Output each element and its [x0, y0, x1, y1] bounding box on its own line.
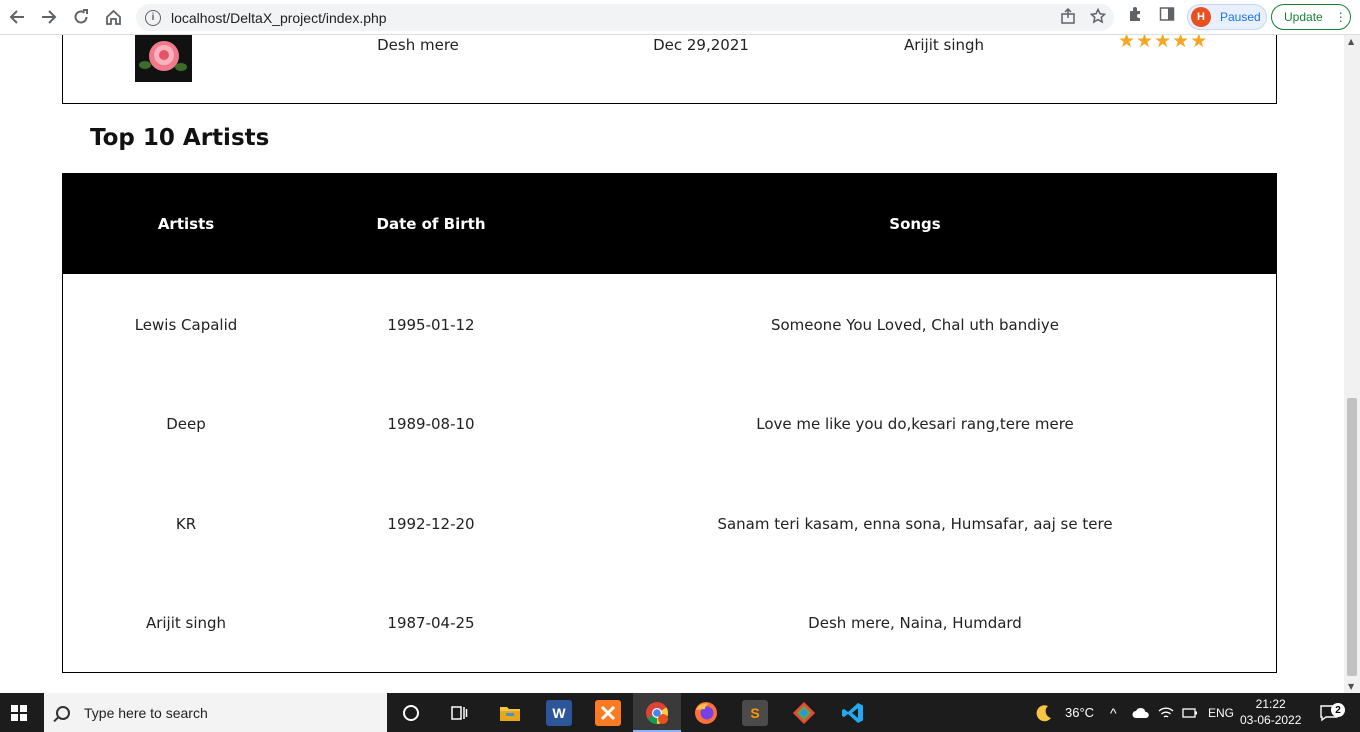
artist-name: Lewis Capalid: [134, 316, 238, 334]
table-row: Arijit singh 1987-04-25 Desh mere, Naina…: [63, 572, 1276, 672]
url-text[interactable]: localhost/DeltaX_project/index.php: [171, 10, 387, 26]
search-icon: [56, 705, 70, 720]
song-artist: Arijit singh: [903, 36, 985, 54]
share-icon[interactable]: [1060, 7, 1076, 28]
search-placeholder: Type here to search: [84, 704, 208, 721]
rating-star-icon: ★: [1118, 35, 1136, 52]
artist-dob: 1987-04-25: [387, 614, 475, 632]
profile-status: Paused: [1220, 10, 1261, 24]
onedrive-cloud-icon[interactable]: [1132, 693, 1150, 732]
table-row: KR 1992-12-20 Sanam teri kasam, enna son…: [63, 473, 1276, 573]
bookmark-star-icon[interactable]: [1089, 7, 1107, 28]
artist-dob: 1989-08-10: [387, 415, 475, 433]
rating-star-icon: ★: [1136, 35, 1154, 52]
task-view-icon[interactable]: [446, 700, 472, 726]
page-scrollbar[interactable]: ▲ ▼: [1344, 35, 1360, 693]
address-bar[interactable]: i localhost/DeltaX_project/index.php: [136, 4, 1114, 31]
rating-star-icon: ★: [1190, 35, 1208, 52]
song-title: Desh mere: [377, 36, 459, 54]
weather-moon-icon[interactable]: [1034, 693, 1054, 732]
profile-avatar: H: [1191, 7, 1211, 27]
battery-icon[interactable]: [1182, 693, 1198, 732]
profile-button[interactable]: H Paused: [1187, 4, 1267, 30]
word-icon[interactable]: W: [546, 700, 572, 726]
header-songs: Songs: [889, 215, 941, 233]
file-explorer-icon[interactable]: [497, 700, 523, 726]
rating-star-icon: ★: [1154, 35, 1172, 52]
vscode-icon[interactable]: [840, 700, 866, 726]
taskbar-search[interactable]: Type here to search: [44, 693, 387, 732]
side-panel-icon[interactable]: [1159, 6, 1175, 26]
menu-kebab-icon[interactable]: ⋮: [1335, 11, 1347, 23]
browser-toolbar: i localhost/DeltaX_project/index.php H P…: [0, 0, 1360, 35]
scroll-up-arrow-icon[interactable]: ▲: [1348, 37, 1354, 46]
header-date-of-birth: Date of Birth: [376, 215, 486, 233]
update-label: Update: [1284, 10, 1323, 24]
git-icon[interactable]: [791, 700, 817, 726]
cortana-icon[interactable]: [398, 700, 424, 726]
songs-table: Desh mere Dec 29,2021 Arijit singh ★ ★ ★ ★ ★: [62, 35, 1277, 104]
tray-chevron-up-icon[interactable]: ^: [1110, 693, 1117, 732]
windows-taskbar: Type here to search W S 36°C ^ ENG 21:22: [0, 693, 1360, 732]
sublime-text-icon[interactable]: S: [742, 700, 768, 726]
table-row: Desh mere Dec 29,2021 Arijit singh ★ ★ ★ ★ ★: [63, 35, 1276, 104]
artist-dob: 1995-01-12: [387, 316, 475, 334]
home-icon[interactable]: [97, 1, 129, 33]
artist-songs: Love me like you do,kesari rang,tere mer…: [756, 415, 1074, 433]
wifi-icon[interactable]: [1158, 693, 1174, 732]
section-title: Top 10 Artists: [90, 125, 270, 151]
extensions-puzzle-icon[interactable]: [1127, 6, 1144, 27]
system-clock[interactable]: 21:22 03-06-2022: [1240, 696, 1301, 728]
artist-name: KR: [175, 515, 197, 533]
song-rating: ★ ★ ★ ★ ★: [1118, 35, 1207, 51]
artists-table: Artists Date of Birth Songs Lewis Capali…: [62, 173, 1277, 673]
song-cover-image: [135, 35, 192, 82]
artist-songs: Desh mere, Naina, Humdard: [808, 614, 1022, 632]
artist-dob: 1992-12-20: [387, 515, 475, 533]
song-release-date: Dec 29,2021: [653, 36, 749, 54]
site-info-icon[interactable]: i: [145, 9, 161, 26]
table-row: Deep 1989-08-10 Love me like you do,kesa…: [63, 373, 1276, 473]
chrome-icon[interactable]: [644, 700, 670, 726]
table-header: Artists Date of Birth Songs: [63, 174, 1276, 274]
reload-icon[interactable]: [65, 1, 97, 33]
xampp-icon[interactable]: [595, 700, 621, 726]
update-button[interactable]: Update ⋮: [1271, 4, 1351, 30]
windows-start-icon[interactable]: [11, 705, 27, 721]
page-content: Desh mere Dec 29,2021 Arijit singh ★ ★ ★ ★ ★…: [0, 35, 1344, 693]
artist-name: Deep: [166, 415, 206, 433]
scroll-down-arrow-icon[interactable]: ▼: [1348, 682, 1354, 691]
table-row: Lewis Capalid 1995-01-12 Someone You Lov…: [63, 274, 1276, 374]
back-arrow-icon[interactable]: [1, 1, 33, 33]
forward-arrow-icon[interactable]: [33, 1, 65, 33]
scrollbar-thumb[interactable]: [1347, 398, 1357, 676]
artist-songs: Someone You Loved, Chal uth bandiye: [770, 316, 1060, 334]
input-language[interactable]: ENG: [1208, 693, 1234, 732]
header-artists: Artists: [157, 215, 215, 233]
clock-time: 21:22: [1255, 697, 1286, 711]
rating-star-icon: ★: [1172, 35, 1190, 52]
artist-songs: Sanam teri kasam, enna sona, Humsafar, a…: [717, 515, 1113, 533]
weather-temperature[interactable]: 36°C: [1065, 693, 1094, 732]
firefox-icon[interactable]: [693, 700, 719, 726]
notifications-count-badge: 2: [1331, 703, 1345, 717]
artist-name: Arijit singh: [145, 614, 227, 632]
clock-date: 03-06-2022: [1240, 713, 1302, 727]
